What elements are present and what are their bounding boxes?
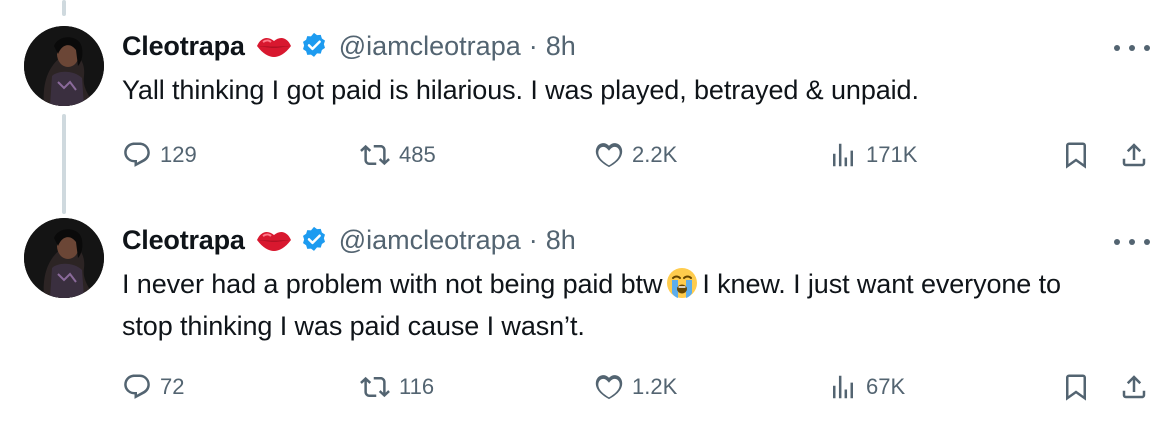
bookmark-icon <box>1066 374 1086 401</box>
like-button[interactable]: 2.2K <box>594 137 677 173</box>
repost-button[interactable]: 485 <box>359 137 436 173</box>
reply-count: 72 <box>160 374 185 399</box>
display-name[interactable]: Cleotrapa <box>122 225 245 256</box>
tweet-text-content: I never had a problem with not being pai… <box>122 269 663 299</box>
reply-button[interactable]: 129 <box>122 137 197 173</box>
avatar[interactable] <box>24 26 104 106</box>
tweet-1[interactable]: Cleotrapa @iamcleotrapa · 8h Yall thinki… <box>0 0 1172 214</box>
verified-badge-icon[interactable] <box>299 31 329 61</box>
repost-button[interactable]: 116 <box>359 369 434 405</box>
display-name[interactable]: Cleotrapa <box>122 31 245 62</box>
lips-emoji <box>255 34 293 58</box>
tweet-header: Cleotrapa @iamcleotrapa · 8h <box>122 222 576 258</box>
views-count: 67K <box>866 374 906 399</box>
tweet-header: Cleotrapa @iamcleotrapa · 8h <box>122 28 576 64</box>
like-button[interactable]: 1.2K <box>594 369 677 405</box>
share-button[interactable] <box>1119 139 1149 171</box>
loudly-crying-face-emoji <box>666 267 698 308</box>
timestamp[interactable]: 8h <box>546 31 576 62</box>
views-button[interactable]: 67K <box>828 369 905 405</box>
action-bar: 129 485 2.2K 171K <box>122 137 1162 173</box>
tweet-text: I never had a problem with not being pai… <box>122 266 1062 344</box>
bookmark-icon <box>1066 142 1086 169</box>
heart-icon <box>595 143 623 168</box>
share-button[interactable] <box>1119 371 1149 403</box>
views-button[interactable]: 171K <box>828 137 917 173</box>
reply-icon <box>124 142 150 167</box>
more-options-icon[interactable] <box>1114 232 1150 252</box>
avatar[interactable] <box>24 218 104 298</box>
views-count: 171K <box>866 142 918 167</box>
heart-icon <box>595 375 623 400</box>
tweet-2[interactable]: Cleotrapa @iamcleotrapa · 8h I never had… <box>0 214 1172 428</box>
action-bar: 72 116 1.2K 67K <box>122 369 1162 405</box>
tweet-text-content: Yall thinking I got paid is hilarious. I… <box>122 75 919 105</box>
share-icon <box>1122 375 1146 399</box>
views-chart-icon <box>833 375 853 399</box>
user-handle[interactable]: @iamcleotrapa <box>339 225 521 256</box>
views-chart-icon <box>833 143 853 167</box>
like-count: 1.2K <box>632 374 678 399</box>
separator-dot: · <box>528 224 538 255</box>
repost-icon <box>360 376 390 398</box>
reply-button[interactable]: 72 <box>122 369 184 405</box>
user-handle[interactable]: @iamcleotrapa <box>339 31 521 62</box>
bookmark-button[interactable] <box>1061 371 1091 403</box>
share-icon <box>1122 143 1146 167</box>
reply-icon <box>124 374 150 399</box>
verified-badge-icon[interactable] <box>299 225 329 255</box>
bookmark-button[interactable] <box>1061 139 1091 171</box>
lips-emoji <box>255 228 293 252</box>
more-options-icon[interactable] <box>1114 38 1150 58</box>
reply-count: 129 <box>160 142 197 167</box>
repost-count: 485 <box>399 142 436 167</box>
repost-icon <box>360 144 390 166</box>
tweet-text: Yall thinking I got paid is hilarious. I… <box>122 72 1122 108</box>
timestamp[interactable]: 8h <box>546 225 576 256</box>
like-count: 2.2K <box>632 142 678 167</box>
separator-dot: · <box>528 30 538 61</box>
repost-count: 116 <box>399 374 435 399</box>
